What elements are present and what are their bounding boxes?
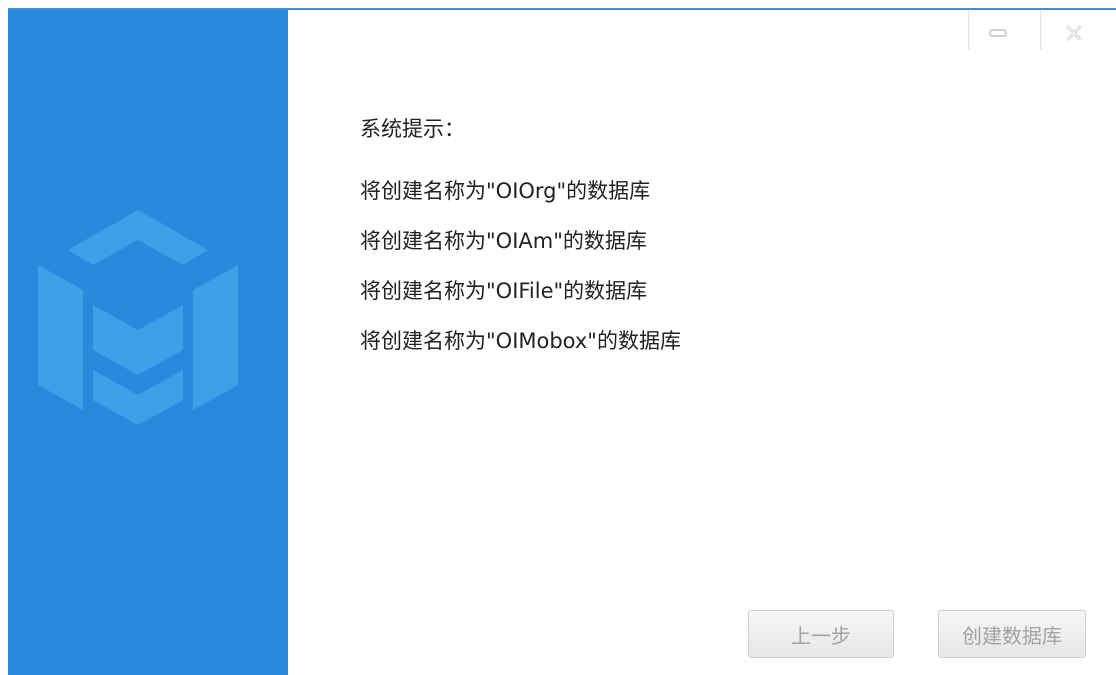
previous-step-button[interactable]: 上一步 [748,610,894,658]
close-icon [1065,24,1083,42]
controls-separator [1040,10,1041,50]
cube-m-logo-icon [38,210,238,425]
installer-window: 系统提示： 将创建名称为"OIOrg"的数据库 将创建名称为"OIAm"的数据库… [0,0,1116,675]
database-message: 将创建名称为"OIFile"的数据库 [360,279,648,303]
message-area: 系统提示： 将创建名称为"OIOrg"的数据库 将创建名称为"OIAm"的数据库… [360,112,1060,374]
window-controls [968,10,1116,52]
minimize-icon [989,29,1007,37]
database-message: 将创建名称为"OIAm"的数据库 [360,229,647,253]
minimize-button[interactable] [976,16,1020,50]
controls-separator [968,10,969,50]
close-button[interactable] [1052,16,1096,50]
prompt-title: 系统提示： [360,117,465,141]
database-message: 将创建名称为"OIMobox"的数据库 [360,329,681,353]
database-message: 将创建名称为"OIOrg"的数据库 [360,179,651,203]
sidebar-panel [8,10,288,675]
create-database-button[interactable]: 创建数据库 [938,610,1086,658]
